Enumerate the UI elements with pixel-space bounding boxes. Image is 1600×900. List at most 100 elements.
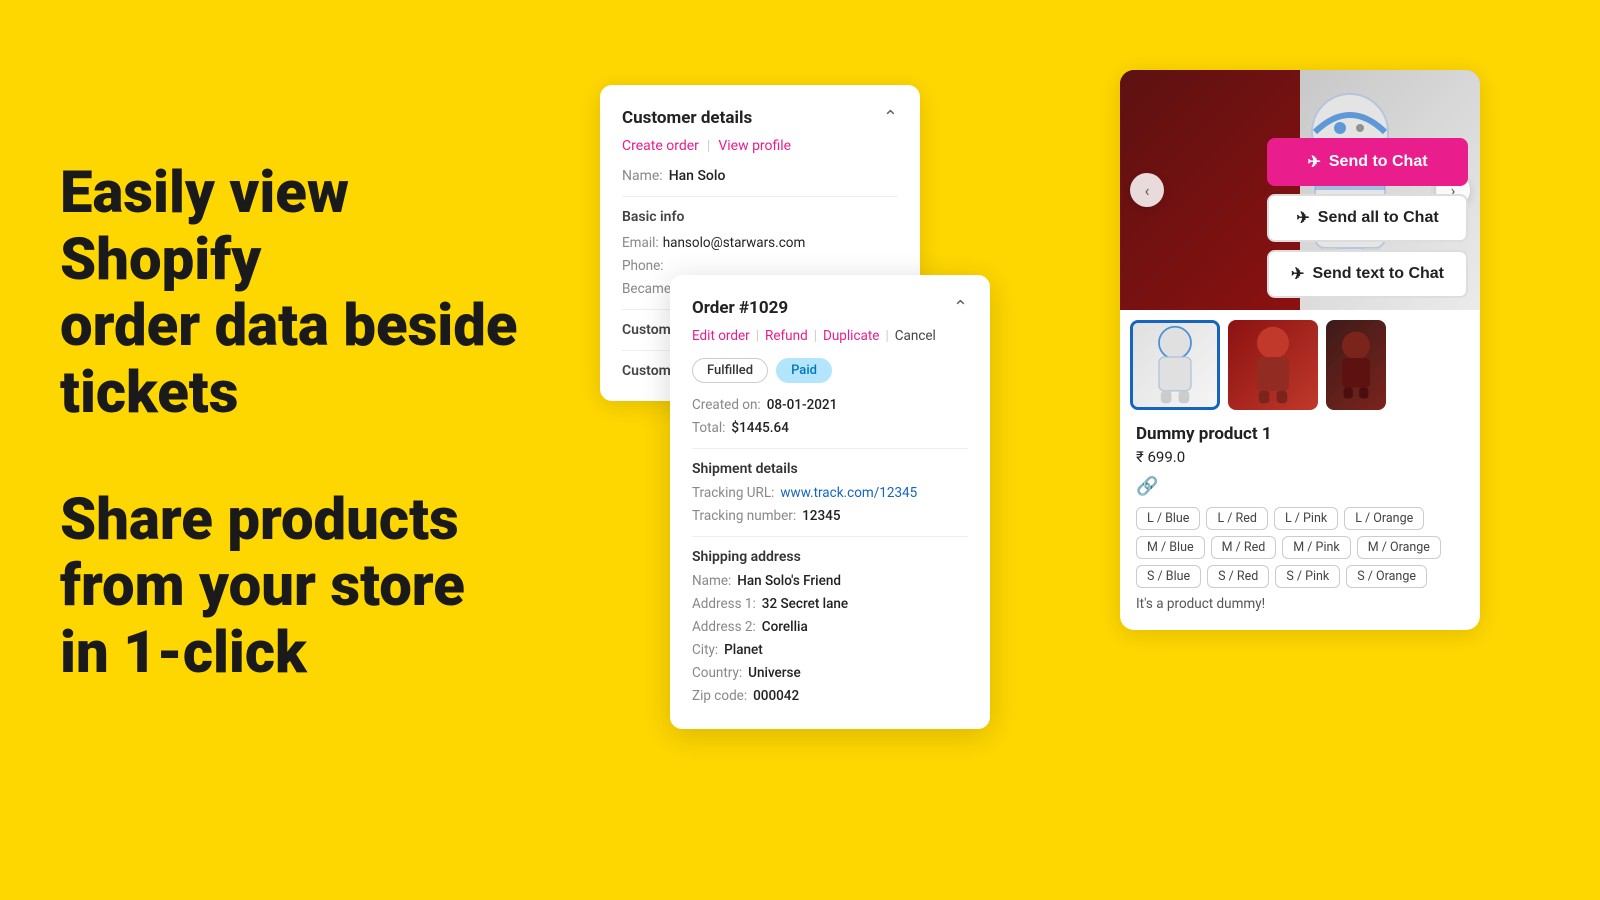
address1-label: Address 1: <box>692 596 756 612</box>
zip-label: Zip code: <box>692 688 747 704</box>
total-label: Total: <box>692 420 725 436</box>
send-all-to-chat-button[interactable]: ✈ Send all to Chat <box>1267 194 1468 242</box>
phone-field: Phone: <box>622 258 898 274</box>
variant-chip[interactable]: L / Pink <box>1274 507 1338 530</box>
basic-info-title: Basic info <box>622 209 898 225</box>
thumbnail-2[interactable] <box>1228 320 1318 410</box>
order-card-collapse-icon[interactable]: ⌃ <box>953 297 968 318</box>
cancel-link[interactable]: Cancel <box>895 328 936 344</box>
email-field: Email: hansolo@starwars.com <box>622 235 898 251</box>
country-label: Country: <box>692 665 742 681</box>
created-on-row: Created on: 08-01-2021 <box>692 397 968 413</box>
city-row: City: Planet <box>692 642 968 658</box>
send-all-icon: ✈ <box>1296 208 1309 228</box>
divider-1 <box>622 196 898 197</box>
order-actions: Edit order | Refund | Duplicate | Cancel <box>692 328 968 344</box>
order-badges: Fulfilled Paid <box>692 358 968 383</box>
variant-chip[interactable]: M / Pink <box>1282 536 1350 559</box>
customer-card-actions: Create order | View profile <box>622 138 898 154</box>
fulfilled-badge: Fulfilled <box>692 358 768 383</box>
variant-chip[interactable]: S / Pink <box>1275 565 1340 588</box>
left-text-section: Easily view Shopify order data beside ti… <box>60 160 560 687</box>
edit-order-link[interactable]: Edit order <box>692 328 750 344</box>
carousel-arrow-left[interactable]: ‹ <box>1130 173 1164 207</box>
send-buttons-overlay: ✈ Send to Chat ✈ Send all to Chat ✈ Send… <box>1255 130 1480 306</box>
duplicate-link[interactable]: Duplicate <box>823 328 879 344</box>
variants-row: L / Blue L / Red L / Pink L / Orange M / Blu… <box>1136 507 1464 588</box>
tracking-number-value: 12345 <box>802 508 840 524</box>
variant-chip[interactable]: M / Blue <box>1136 536 1205 559</box>
thumb-robot-red-icon <box>1243 325 1303 405</box>
address2-label: Address 2: <box>692 619 756 635</box>
shipping-title: Shipping address <box>692 549 968 565</box>
tracking-url-value[interactable]: www.track.com/12345 <box>780 485 917 501</box>
address1-row: Address 1: 32 Secret lane <box>692 596 968 612</box>
thumb-robot-dark-icon <box>1331 330 1381 400</box>
variant-chip[interactable]: M / Orange <box>1357 536 1441 559</box>
send-to-chat-button[interactable]: ✈ Send to Chat <box>1267 138 1468 186</box>
sep1: | <box>756 328 759 344</box>
variant-chip[interactable]: S / Red <box>1207 565 1269 588</box>
zip-row: Zip code: 000042 <box>692 688 968 704</box>
ship-name-row: Name: Han Solo's Friend <box>692 573 968 589</box>
address2-row: Address 2: Corellia <box>692 619 968 635</box>
address1-value: 32 Secret lane <box>762 596 848 612</box>
view-profile-link[interactable]: View profile <box>718 138 791 154</box>
city-value: Planet <box>724 642 763 658</box>
variant-chip[interactable]: M / Red <box>1211 536 1277 559</box>
customer-card-title: Customer details <box>622 108 752 128</box>
product-name: Dummy product 1 <box>1136 424 1464 444</box>
order-title: Order #1029 <box>692 298 788 318</box>
variant-chip[interactable]: L / Orange <box>1344 507 1424 530</box>
customer-card-header: Customer details ⌃ <box>622 107 898 128</box>
created-label: Created on: <box>692 397 761 413</box>
city-label: City: <box>692 642 718 658</box>
headline-order-data: Easily view Shopify order data beside ti… <box>60 160 560 427</box>
product-card: ‹ › ✈ Send to Chat ✈ Send all to Chat ✈ … <box>1120 70 1480 630</box>
variant-chip[interactable]: S / Orange <box>1346 565 1427 588</box>
became-label: Became <box>622 281 671 297</box>
tracking-number-label: Tracking number: <box>692 508 796 524</box>
total-row: Total: $1445.64 <box>692 420 968 436</box>
product-link-icon[interactable]: 🔗 <box>1136 476 1464 497</box>
ship-name-label: Name: <box>692 573 731 589</box>
product-details: Dummy product 1 ₹ 699.0 🔗 L / Blue L / Re… <box>1120 410 1480 612</box>
send-to-chat-icon: ✈ <box>1307 152 1320 172</box>
phone-label: Phone: <box>622 258 664 274</box>
variant-chip[interactable]: L / Red <box>1206 507 1267 530</box>
address2-value: Corellia <box>762 619 808 635</box>
variant-chip[interactable]: S / Blue <box>1136 565 1201 588</box>
refund-link[interactable]: Refund <box>765 328 808 344</box>
tracking-url-label: Tracking URL: <box>692 485 774 501</box>
shipment-title: Shipment details <box>692 461 968 477</box>
tracking-number-row: Tracking number: 12345 <box>692 508 968 524</box>
thumbnail-1[interactable] <box>1130 320 1220 410</box>
order-divider-1 <box>692 448 968 449</box>
headline-share-products: Share products from your store in 1-clic… <box>60 487 560 687</box>
sep3: | <box>885 328 888 344</box>
created-value: 08-01-2021 <box>767 397 838 413</box>
name-label: Name: <box>622 168 663 184</box>
ship-name-value: Han Solo's Friend <box>737 573 841 589</box>
send-text-icon: ✈ <box>1291 264 1304 284</box>
email-value: hansolo@starwars.com <box>663 235 806 251</box>
thumb-robot-white-icon <box>1145 325 1205 405</box>
email-label: Email: <box>622 235 659 251</box>
customer-name-field: Name: Han Solo <box>622 168 898 184</box>
tracking-url-row: Tracking URL: www.track.com/12345 <box>692 485 968 501</box>
customer-card-collapse-icon[interactable]: ⌃ <box>883 107 898 128</box>
sep2: | <box>814 328 817 344</box>
action-separator: | <box>707 138 710 154</box>
product-main-image: ‹ › ✈ Send to Chat ✈ Send all to Chat ✈ … <box>1120 70 1480 310</box>
product-description: It's a product dummy! <box>1136 596 1464 612</box>
order-card: Order #1029 ⌃ Edit order | Refund | Dupl… <box>670 275 990 729</box>
country-value: Universe <box>748 665 801 681</box>
zip-value: 000042 <box>753 688 799 704</box>
paid-badge: Paid <box>776 358 832 383</box>
product-price: ₹ 699.0 <box>1136 448 1464 466</box>
variant-chip[interactable]: L / Blue <box>1136 507 1200 530</box>
country-row: Country: Universe <box>692 665 968 681</box>
thumbnail-3[interactable] <box>1326 320 1386 410</box>
create-order-link[interactable]: Create order <box>622 138 699 154</box>
send-text-to-chat-button[interactable]: ✈ Send text to Chat <box>1267 250 1468 298</box>
